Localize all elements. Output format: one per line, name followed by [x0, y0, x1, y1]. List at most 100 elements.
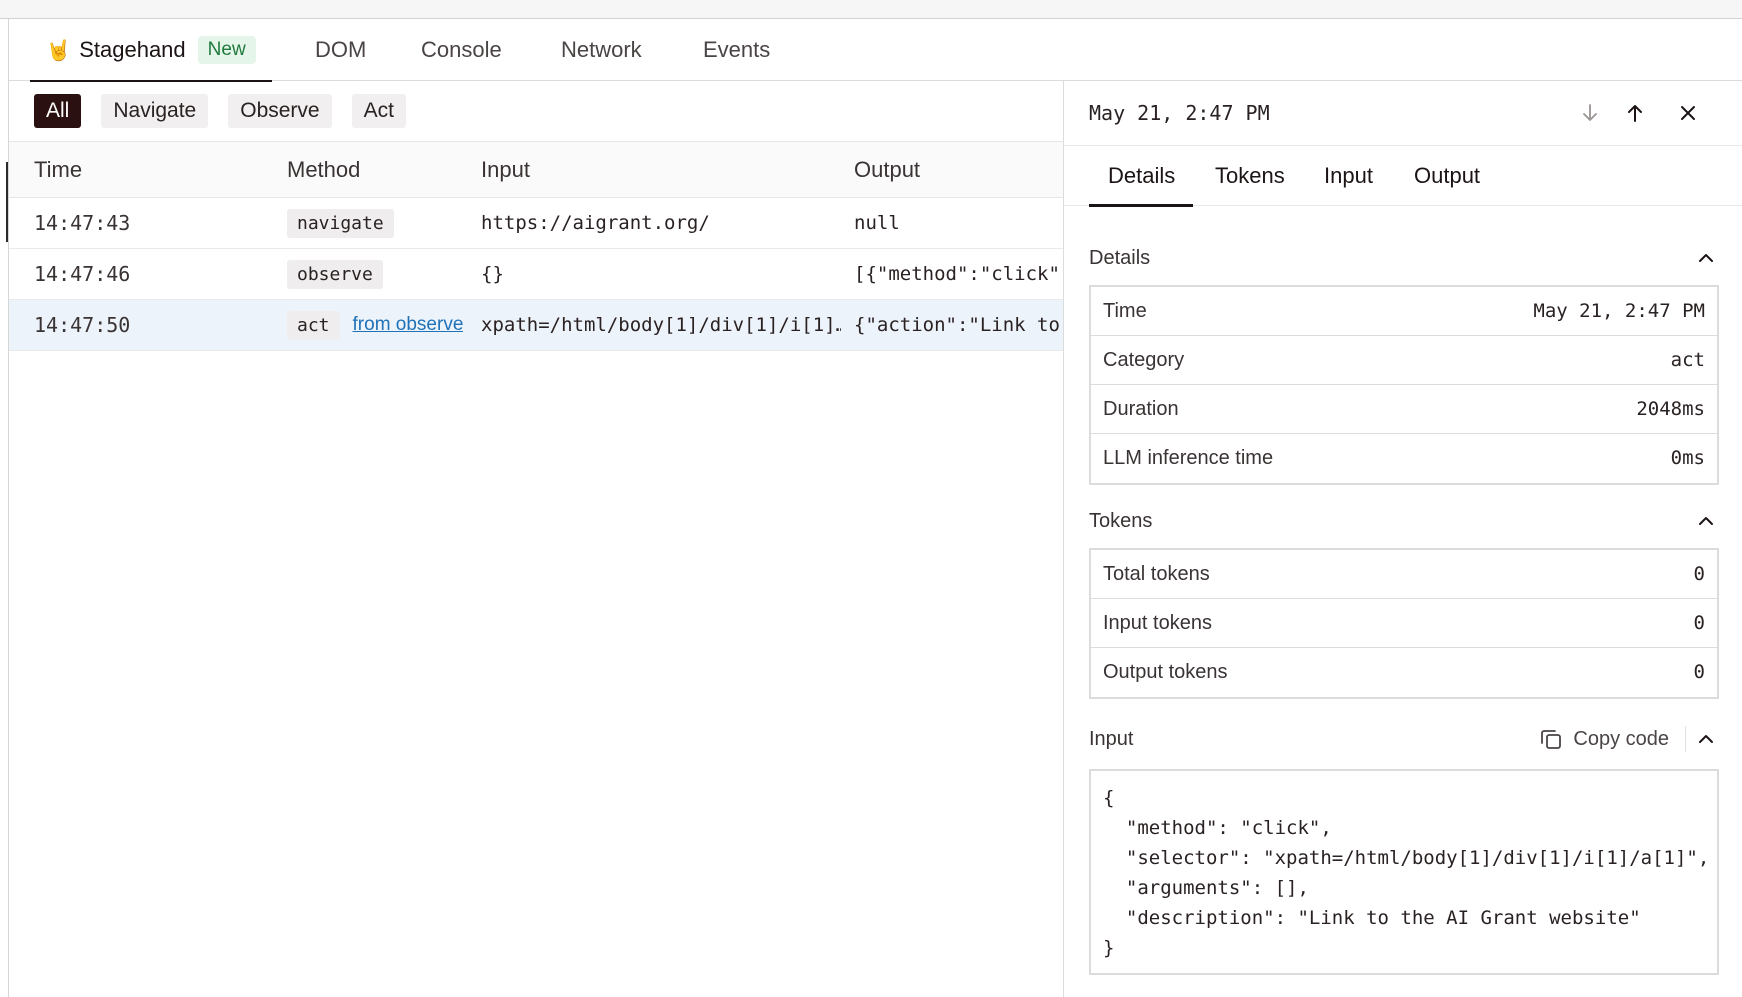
arrow-up-icon — [1628, 105, 1642, 122]
tab-dom[interactable]: DOM — [315, 19, 366, 81]
input-code-block: { "method": "click", "selector": "xpath=… — [1089, 769, 1719, 975]
table-row[interactable]: 14:47:46 observe {} [{"method":"click", — [9, 249, 1063, 300]
tab-input[interactable]: Input — [1324, 146, 1373, 206]
token-row: Total tokens 0 — [1091, 550, 1717, 599]
column-header-method[interactable]: Method — [287, 142, 360, 198]
events-table: Time Method Input Output 14:47:43 naviga… — [9, 141, 1063, 351]
tab-events[interactable]: Events — [703, 19, 770, 81]
row-time: 14:47:46 — [34, 262, 131, 286]
detail-value: 0ms — [1670, 447, 1705, 469]
devtools-tab-bar: 🤘 Stagehand New DOM Console Network Even… — [9, 19, 1742, 82]
detail-value: May 21, 2:47 PM — [1533, 300, 1705, 322]
new-badge: New — [197, 36, 256, 64]
token-key: Output tokens — [1103, 660, 1228, 683]
detail-row: LLM inference time 0ms — [1091, 434, 1717, 483]
method-badge: act — [287, 310, 340, 340]
token-value: 0 — [1693, 612, 1705, 634]
row-time: 14:47:43 — [34, 211, 131, 235]
chevron-up-icon[interactable] — [1695, 510, 1717, 532]
row-method: act from observe — [287, 300, 463, 350]
table-row[interactable]: 14:47:43 navigate https://aigrant.org/ n… — [9, 198, 1063, 249]
divider — [1685, 726, 1686, 752]
filter-observe[interactable]: Observe — [228, 94, 332, 128]
scroll-indicator — [6, 162, 8, 242]
detail-value: 2048ms — [1636, 398, 1705, 420]
row-output: [{"method":"click", — [854, 263, 1063, 285]
tab-label: Network — [561, 37, 642, 62]
tab-console[interactable]: Console — [421, 19, 502, 81]
tab-label: Stagehand — [79, 37, 186, 62]
row-input: xpath=/html/body[1]/div[1]/i[1]… — [481, 314, 841, 336]
window-top-strip — [0, 0, 1742, 19]
column-header-input[interactable]: Input — [481, 142, 530, 198]
tab-network[interactable]: Network — [561, 19, 642, 81]
close-panel-button[interactable] — [1674, 99, 1702, 127]
detail-key: LLM inference time — [1103, 446, 1274, 469]
column-header-output[interactable]: Output — [854, 142, 920, 198]
from-observe-link[interactable]: from observe — [353, 314, 464, 336]
arrow-down-icon — [1583, 104, 1597, 121]
row-method: navigate — [287, 198, 394, 248]
detail-header: May 21, 2:47 PM — [1064, 81, 1742, 146]
detail-row: Category act — [1091, 336, 1717, 385]
tab-label: Console — [421, 37, 502, 62]
token-value: 0 — [1693, 563, 1705, 585]
tab-label: Events — [703, 37, 771, 62]
chevron-up-icon[interactable] — [1695, 247, 1717, 269]
row-output: {"action":"Link to — [854, 314, 1060, 336]
table-row-selected[interactable]: 14:47:50 act from observe xpath=/html/bo… — [9, 300, 1063, 351]
chevron-up-icon[interactable] — [1695, 728, 1717, 750]
code-line: "arguments": [], — [1103, 877, 1309, 899]
section-title: Details — [1089, 246, 1151, 269]
section-title: Tokens — [1089, 509, 1153, 532]
copy-icon — [1541, 730, 1562, 749]
section-title: Input — [1089, 727, 1134, 750]
copy-label: Copy code — [1573, 727, 1669, 750]
tokens-table: Total tokens 0 Input tokens 0 Output tok… — [1089, 548, 1719, 699]
row-input: {} — [481, 263, 504, 285]
row-time: 14:47:50 — [34, 313, 131, 337]
detail-tabs: Details Tokens Input Output — [1064, 146, 1742, 207]
detail-key: Duration — [1103, 397, 1179, 420]
row-output: null — [854, 212, 900, 234]
code-line: "description": "Link to the AI Grant web… — [1103, 907, 1641, 929]
rock-hand-icon: 🤘 — [46, 39, 72, 62]
detail-value: act — [1670, 349, 1705, 371]
detail-key: Category — [1103, 348, 1185, 371]
tab-tokens[interactable]: Tokens — [1215, 146, 1285, 206]
tab-details[interactable]: Details — [1088, 146, 1194, 207]
tab-output[interactable]: Output — [1414, 146, 1480, 206]
detail-panel: May 21, 2:47 PM Details Tokens Input Out… — [1063, 81, 1742, 997]
detail-timestamp: May 21, 2:47 PM — [1089, 101, 1270, 125]
table-header: Time Method Input Output — [9, 141, 1063, 198]
tab-stagehand[interactable]: 🤘 Stagehand New — [30, 19, 272, 82]
method-badge: navigate — [287, 208, 394, 238]
method-filters: All Navigate Observe Act — [34, 94, 406, 128]
detail-row: Time May 21, 2:47 PM — [1091, 287, 1717, 336]
input-section-header: Input Copy code — [1089, 724, 1717, 754]
details-table: Time May 21, 2:47 PM Category act Durati… — [1089, 285, 1719, 485]
code-line: { — [1103, 787, 1115, 809]
row-method: observe — [287, 249, 383, 299]
code-line: "selector": "xpath=/html/body[1]/div[1]/… — [1103, 847, 1710, 869]
code-line: "method": "click", — [1103, 817, 1332, 839]
tab-label: DOM — [315, 37, 367, 62]
details-section-header[interactable]: Details — [1089, 243, 1717, 273]
row-input: https://aigrant.org/ — [481, 212, 710, 234]
detail-key: Time — [1103, 299, 1147, 322]
previous-event-button[interactable] — [1621, 99, 1649, 127]
token-key: Total tokens — [1103, 562, 1210, 585]
copy-code-button[interactable]: Copy code — [1539, 727, 1669, 751]
next-event-button[interactable] — [1576, 99, 1604, 127]
filter-all[interactable]: All — [34, 94, 82, 128]
filter-act[interactable]: Act — [351, 94, 406, 128]
tokens-section-header[interactable]: Tokens — [1089, 506, 1717, 536]
method-badge: observe — [287, 259, 383, 289]
token-key: Input tokens — [1103, 611, 1212, 634]
column-header-time[interactable]: Time — [34, 142, 82, 198]
code-line: } — [1103, 937, 1115, 959]
token-value: 0 — [1693, 661, 1705, 683]
token-row: Output tokens 0 — [1091, 648, 1717, 697]
filter-navigate[interactable]: Navigate — [101, 94, 209, 128]
token-row: Input tokens 0 — [1091, 599, 1717, 648]
